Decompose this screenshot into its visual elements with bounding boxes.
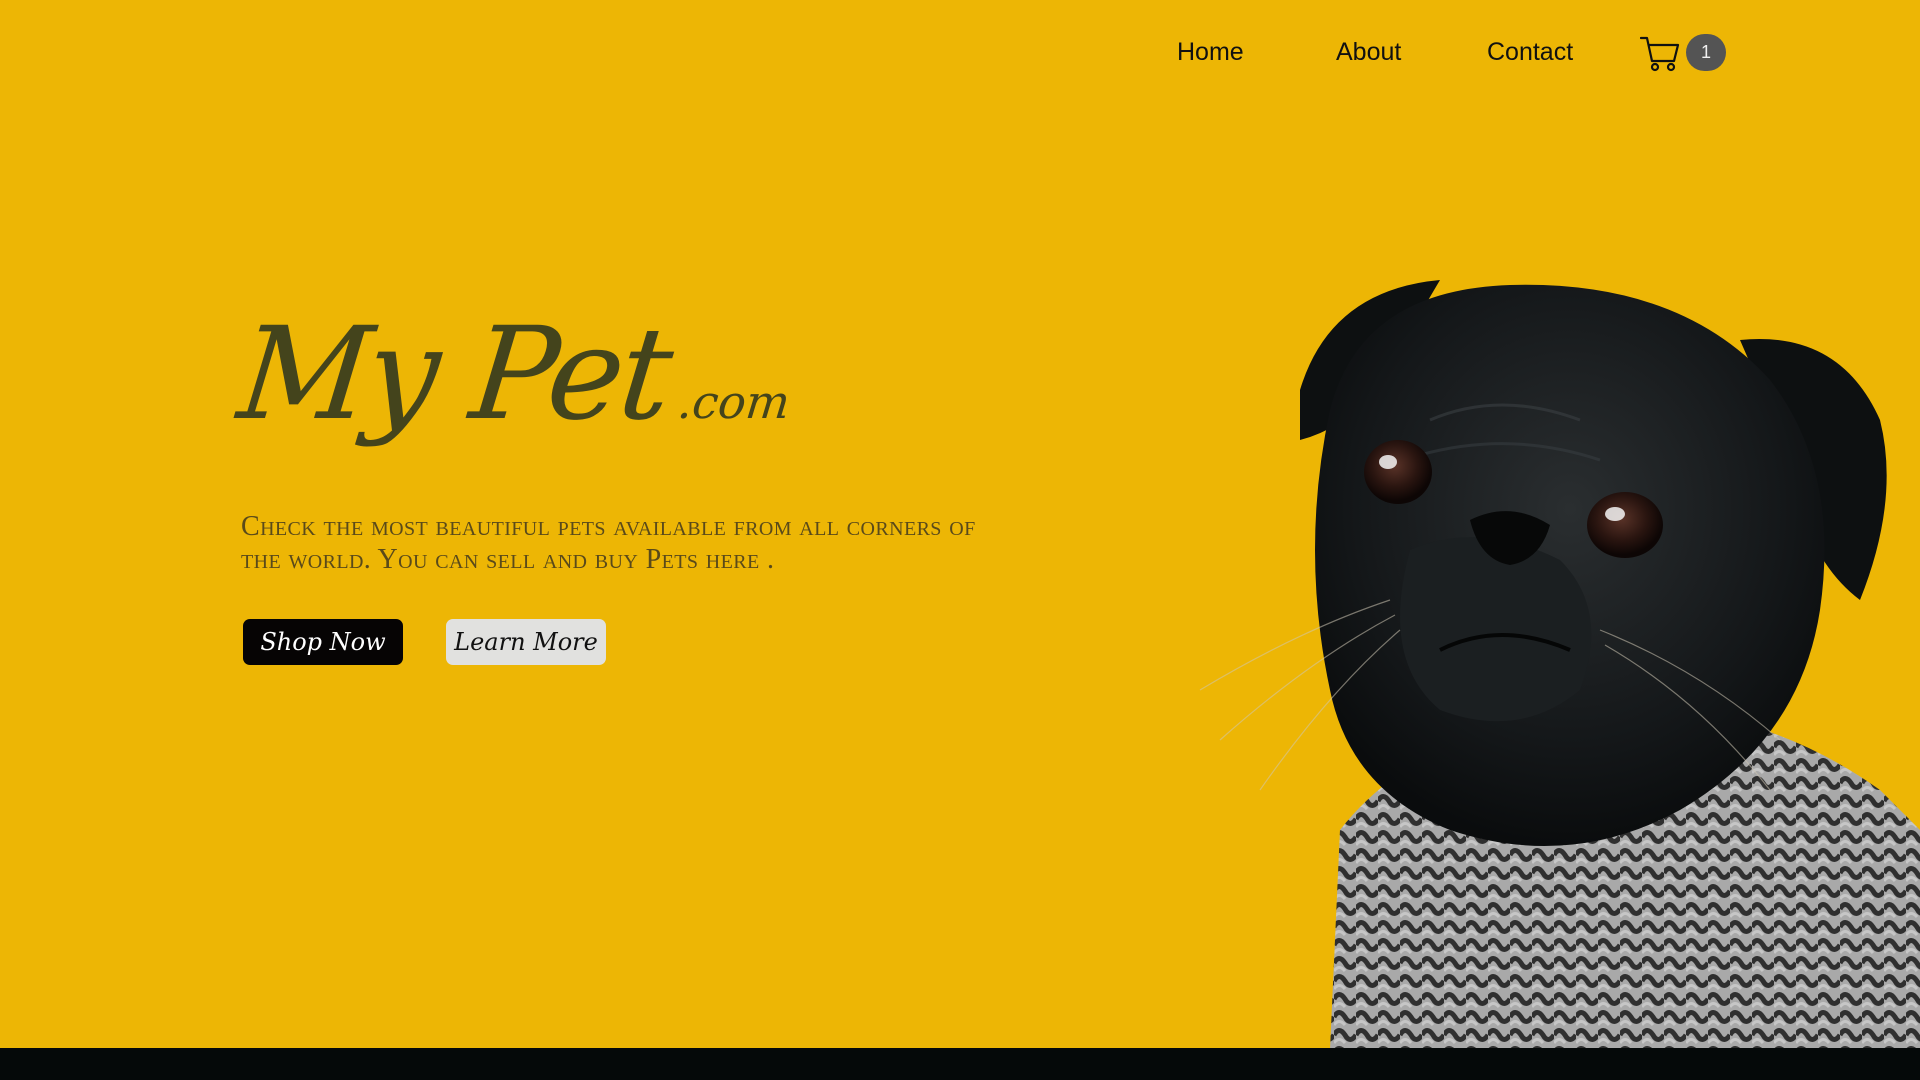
shop-now-button[interactable]: Shop Now [243,619,403,665]
brand-title: My Pet [232,300,676,449]
hero-tagline: Check the most beautiful pets available … [241,511,976,575]
top-nav: Home About Contact 1 [1160,30,1740,78]
cart-icon [1640,36,1680,72]
brand-suffix: .com [674,375,793,429]
cart-count-badge: 1 [1686,34,1726,71]
learn-more-button[interactable]: Learn More [446,619,606,665]
brand-logo: My Pet.com [232,300,793,449]
landing-page: Home About Contact 1 My Pet.com Check th… [0,0,1920,1080]
nav-link-home[interactable]: Home [1177,38,1244,67]
cart-button[interactable]: 1 [1640,30,1730,78]
nav-link-contact[interactable]: Contact [1487,38,1573,67]
nav-link-about[interactable]: About [1336,38,1401,67]
footer-bar [0,1048,1920,1080]
pug-dog-photo [1180,270,1920,1050]
